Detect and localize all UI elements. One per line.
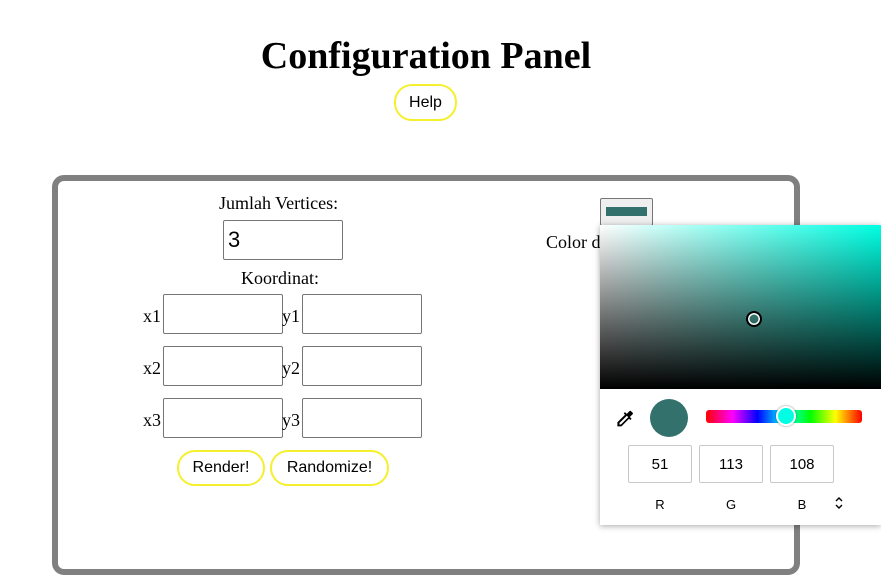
help-button[interactable]: Help xyxy=(394,84,457,121)
y3-label: y3 xyxy=(282,410,300,430)
y3-input[interactable] xyxy=(302,398,422,438)
x1-label: x1 xyxy=(143,306,161,326)
eyedropper-icon[interactable] xyxy=(614,408,636,430)
mode-toggle-icon[interactable] xyxy=(832,495,846,511)
x3-input[interactable] xyxy=(163,398,283,438)
saturation-value-cursor[interactable] xyxy=(746,311,762,327)
blue-value-input[interactable]: 108 xyxy=(770,445,834,483)
color-preview-circle xyxy=(650,399,688,437)
green-label: G xyxy=(725,497,737,512)
x3-label: x3 xyxy=(143,410,161,430)
y2-input[interactable] xyxy=(302,346,422,386)
render-button[interactable]: Render! xyxy=(177,450,265,486)
color-label: Color d xyxy=(546,232,601,252)
color-swatch xyxy=(606,207,647,216)
blue-label: B xyxy=(797,497,807,512)
saturation-value-area[interactable] xyxy=(600,225,881,389)
red-label: R xyxy=(655,497,665,512)
page-title: Configuration Panel xyxy=(260,35,592,77)
x2-label: x2 xyxy=(143,358,161,378)
y1-input[interactable] xyxy=(302,294,422,334)
green-value-input[interactable]: 113 xyxy=(699,445,763,483)
red-value-input[interactable]: 51 xyxy=(628,445,692,483)
color-picker-popup: 51 113 108 R G B xyxy=(600,225,881,525)
randomize-button[interactable]: Randomize! xyxy=(270,450,389,486)
coordinates-label: Koordinat: xyxy=(241,268,319,288)
x1-input[interactable] xyxy=(163,294,283,334)
color-input-button[interactable] xyxy=(600,198,653,226)
y2-label: y2 xyxy=(282,358,300,378)
vertex-count-label: Jumlah Vertices: xyxy=(219,193,339,213)
y1-label: y1 xyxy=(282,306,300,326)
hue-slider[interactable] xyxy=(706,406,862,426)
x2-input[interactable] xyxy=(163,346,283,386)
vertex-count-input[interactable] xyxy=(223,220,343,260)
hue-slider-thumb[interactable] xyxy=(776,406,796,426)
